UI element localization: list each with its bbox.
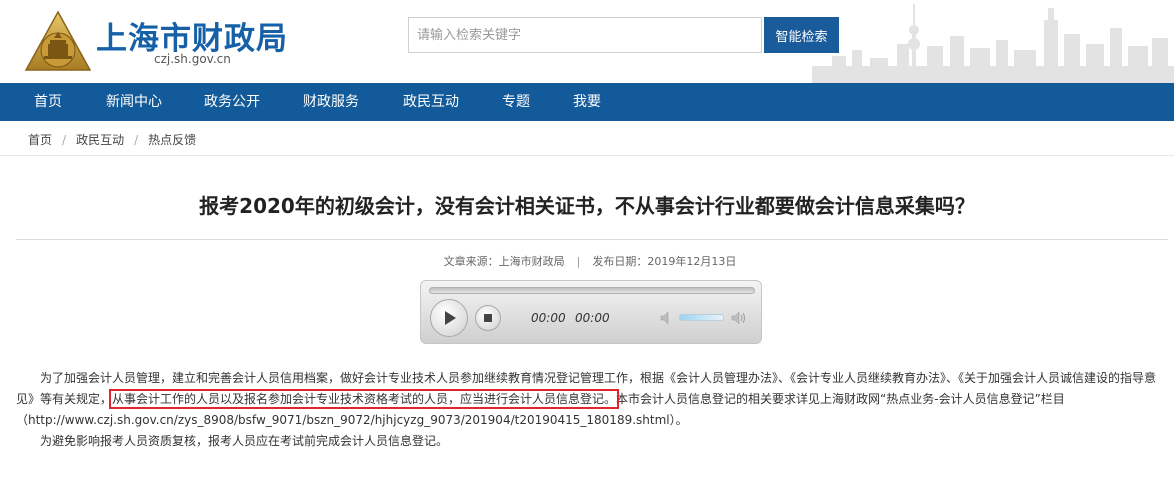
highlighted-text: 从事会计工作的人员以及报名参加会计专业技术资格考试的人员，应当进行会计人员信息登… — [109, 389, 620, 409]
title-divider — [16, 239, 1168, 240]
nav-item-news[interactable]: 新闻中心 — [106, 83, 162, 121]
volume-slider[interactable] — [679, 314, 724, 321]
speaker-icon[interactable] — [731, 310, 747, 326]
site-domain: czj.sh.gov.cn — [154, 52, 231, 66]
skyline-illustration — [812, 4, 1174, 83]
paragraph: 为了加强会计人员管理，建立和完善会计人员信用档案，做好会计专业技术人员参加继续教… — [16, 368, 1168, 431]
article-date: 发布日期：2019年12月13日 — [592, 255, 737, 268]
logo-icon[interactable] — [24, 10, 92, 72]
meta-separator: | — [576, 255, 581, 268]
article-meta: 文章来源：上海市财政局 | 发布日期：2019年12月13日 — [0, 253, 1174, 269]
stop-icon — [484, 314, 492, 322]
site-header: 上海市财政局 czj.sh.gov.cn 智能检索 — [0, 0, 1174, 83]
nav-item-home[interactable]: 首页 — [34, 83, 62, 121]
nav-item-interaction[interactable]: 政民互动 — [403, 83, 459, 121]
main-nav: 首页 新闻中心 政务公开 财政服务 政民互动 专题 我要 — [0, 83, 1174, 121]
breadcrumb-hot-feedback[interactable]: 热点反馈 — [148, 133, 196, 147]
nav-item-government-affairs[interactable]: 政务公开 — [204, 83, 260, 121]
audio-player: 00:00 00:00 — [420, 280, 762, 344]
breadcrumb-interaction[interactable]: 政民互动 — [76, 133, 124, 147]
article-body: 为了加强会计人员管理，建立和完善会计人员信用档案，做好会计专业技术人员参加继续教… — [16, 368, 1168, 452]
nav-item-topics[interactable]: 专题 — [502, 83, 530, 121]
current-time: 00:00 — [531, 311, 566, 325]
article-title: 报考2020年的初级会计，没有会计相关证书，不从事会计行业都要做会计信息采集吗？ — [199, 194, 975, 218]
breadcrumb-home[interactable]: 首页 — [28, 133, 52, 147]
breadcrumb-separator: / — [134, 133, 139, 147]
breadcrumb: 首页 / 政民互动 / 热点反馈 — [28, 131, 196, 148]
play-button[interactable] — [430, 299, 468, 337]
paragraph: 为避免影响报考人员资质复核，报考人员应在考试前完成会计人员信息登记。 — [40, 434, 449, 448]
divider — [0, 155, 1174, 156]
audio-progress-bar[interactable] — [429, 287, 755, 294]
mute-speaker-icon[interactable] — [659, 310, 675, 326]
nav-item-finance-services[interactable]: 财政服务 — [303, 83, 359, 121]
article-source: 文章来源：上海市财政局 — [443, 255, 565, 268]
breadcrumb-separator: / — [62, 133, 67, 147]
nav-item-i-want[interactable]: 我要 — [573, 83, 601, 121]
search-input[interactable] — [408, 17, 762, 53]
duration: 00:00 — [575, 311, 610, 325]
play-icon — [445, 311, 456, 325]
stop-button[interactable] — [475, 305, 501, 331]
